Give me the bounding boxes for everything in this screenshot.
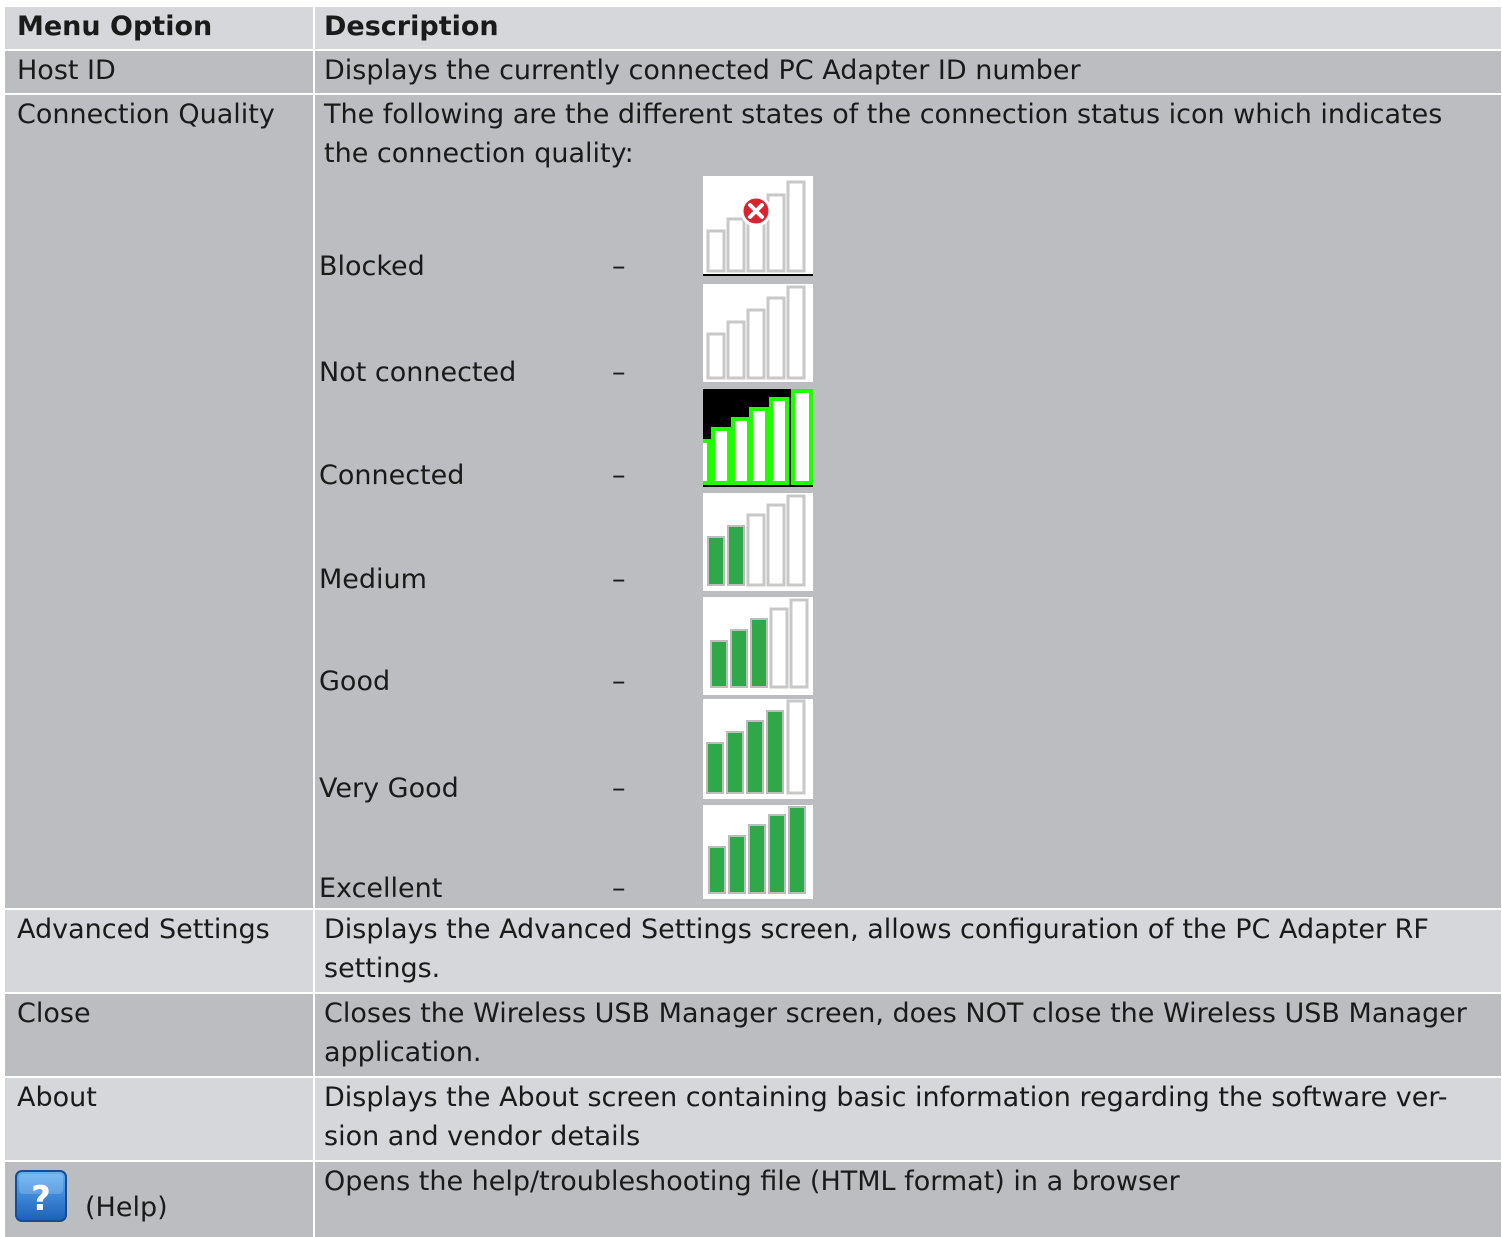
table-row-host-id: Host ID Displays the currently connected… — [5, 51, 1501, 93]
signal-connected-icon — [703, 389, 813, 487]
signal-blocked-icon — [703, 176, 813, 276]
state-dash: – — [612, 564, 626, 595]
option-host-id: Host ID — [17, 55, 116, 86]
state-label-excellent: Excellent — [319, 873, 443, 904]
table-header-row: Menu Option Description — [5, 7, 1501, 49]
table-row-about: About Displays the About screen containi… — [5, 1078, 1501, 1160]
state-dash: – — [612, 873, 626, 904]
state-dash: – — [612, 460, 626, 491]
header-menu-option: Menu Option — [17, 11, 213, 42]
state-label-medium: Medium — [319, 564, 427, 595]
help-question-icon[interactable]: ? — [15, 1170, 67, 1222]
signal-very-good-icon — [703, 699, 813, 799]
state-dash: – — [612, 666, 626, 697]
state-label-blocked: Blocked — [319, 251, 425, 282]
state-label-very-good: Very Good — [319, 773, 459, 804]
state-label-not-connected: Not connected — [319, 357, 517, 388]
description-host-id: Displays the currently connected PC Adap… — [324, 55, 1081, 86]
state-dash: – — [612, 357, 626, 388]
option-about: About — [17, 1082, 97, 1113]
state-label-connected: Connected — [319, 460, 465, 491]
table-row-close: Close Closes the Wireless USB Manager sc… — [5, 994, 1501, 1076]
option-advanced-settings: Advanced Settings — [17, 914, 270, 945]
description-close: Closes the Wireless USB Manager screen, … — [324, 998, 1467, 1068]
signal-excellent-icon — [703, 805, 813, 899]
option-help: (Help) — [85, 1192, 168, 1223]
description-connection-quality: The following are the different states o… — [324, 99, 1443, 169]
table-row-advanced-settings: Advanced Settings Displays the Advanced … — [5, 910, 1501, 992]
option-close: Close — [17, 998, 91, 1029]
signal-not-connected-icon — [703, 284, 813, 382]
svg-text:?: ? — [31, 1179, 51, 1219]
header-description: Description — [324, 11, 499, 42]
signal-medium-icon — [703, 493, 813, 591]
description-about: Displays the About screen containing bas… — [324, 1082, 1448, 1152]
state-dash: – — [612, 251, 626, 282]
description-advanced-settings: Displays the Advanced Settings screen, a… — [324, 914, 1429, 984]
state-dash: – — [612, 773, 626, 804]
signal-good-icon — [703, 597, 813, 695]
state-label-good: Good — [319, 666, 391, 697]
option-connection-quality: Connection Quality — [17, 99, 275, 130]
description-help: Opens the help/troubleshooting file (HTM… — [324, 1166, 1180, 1197]
table-row-help: ? (Help) Opens the help/troubleshooting … — [5, 1162, 1501, 1237]
